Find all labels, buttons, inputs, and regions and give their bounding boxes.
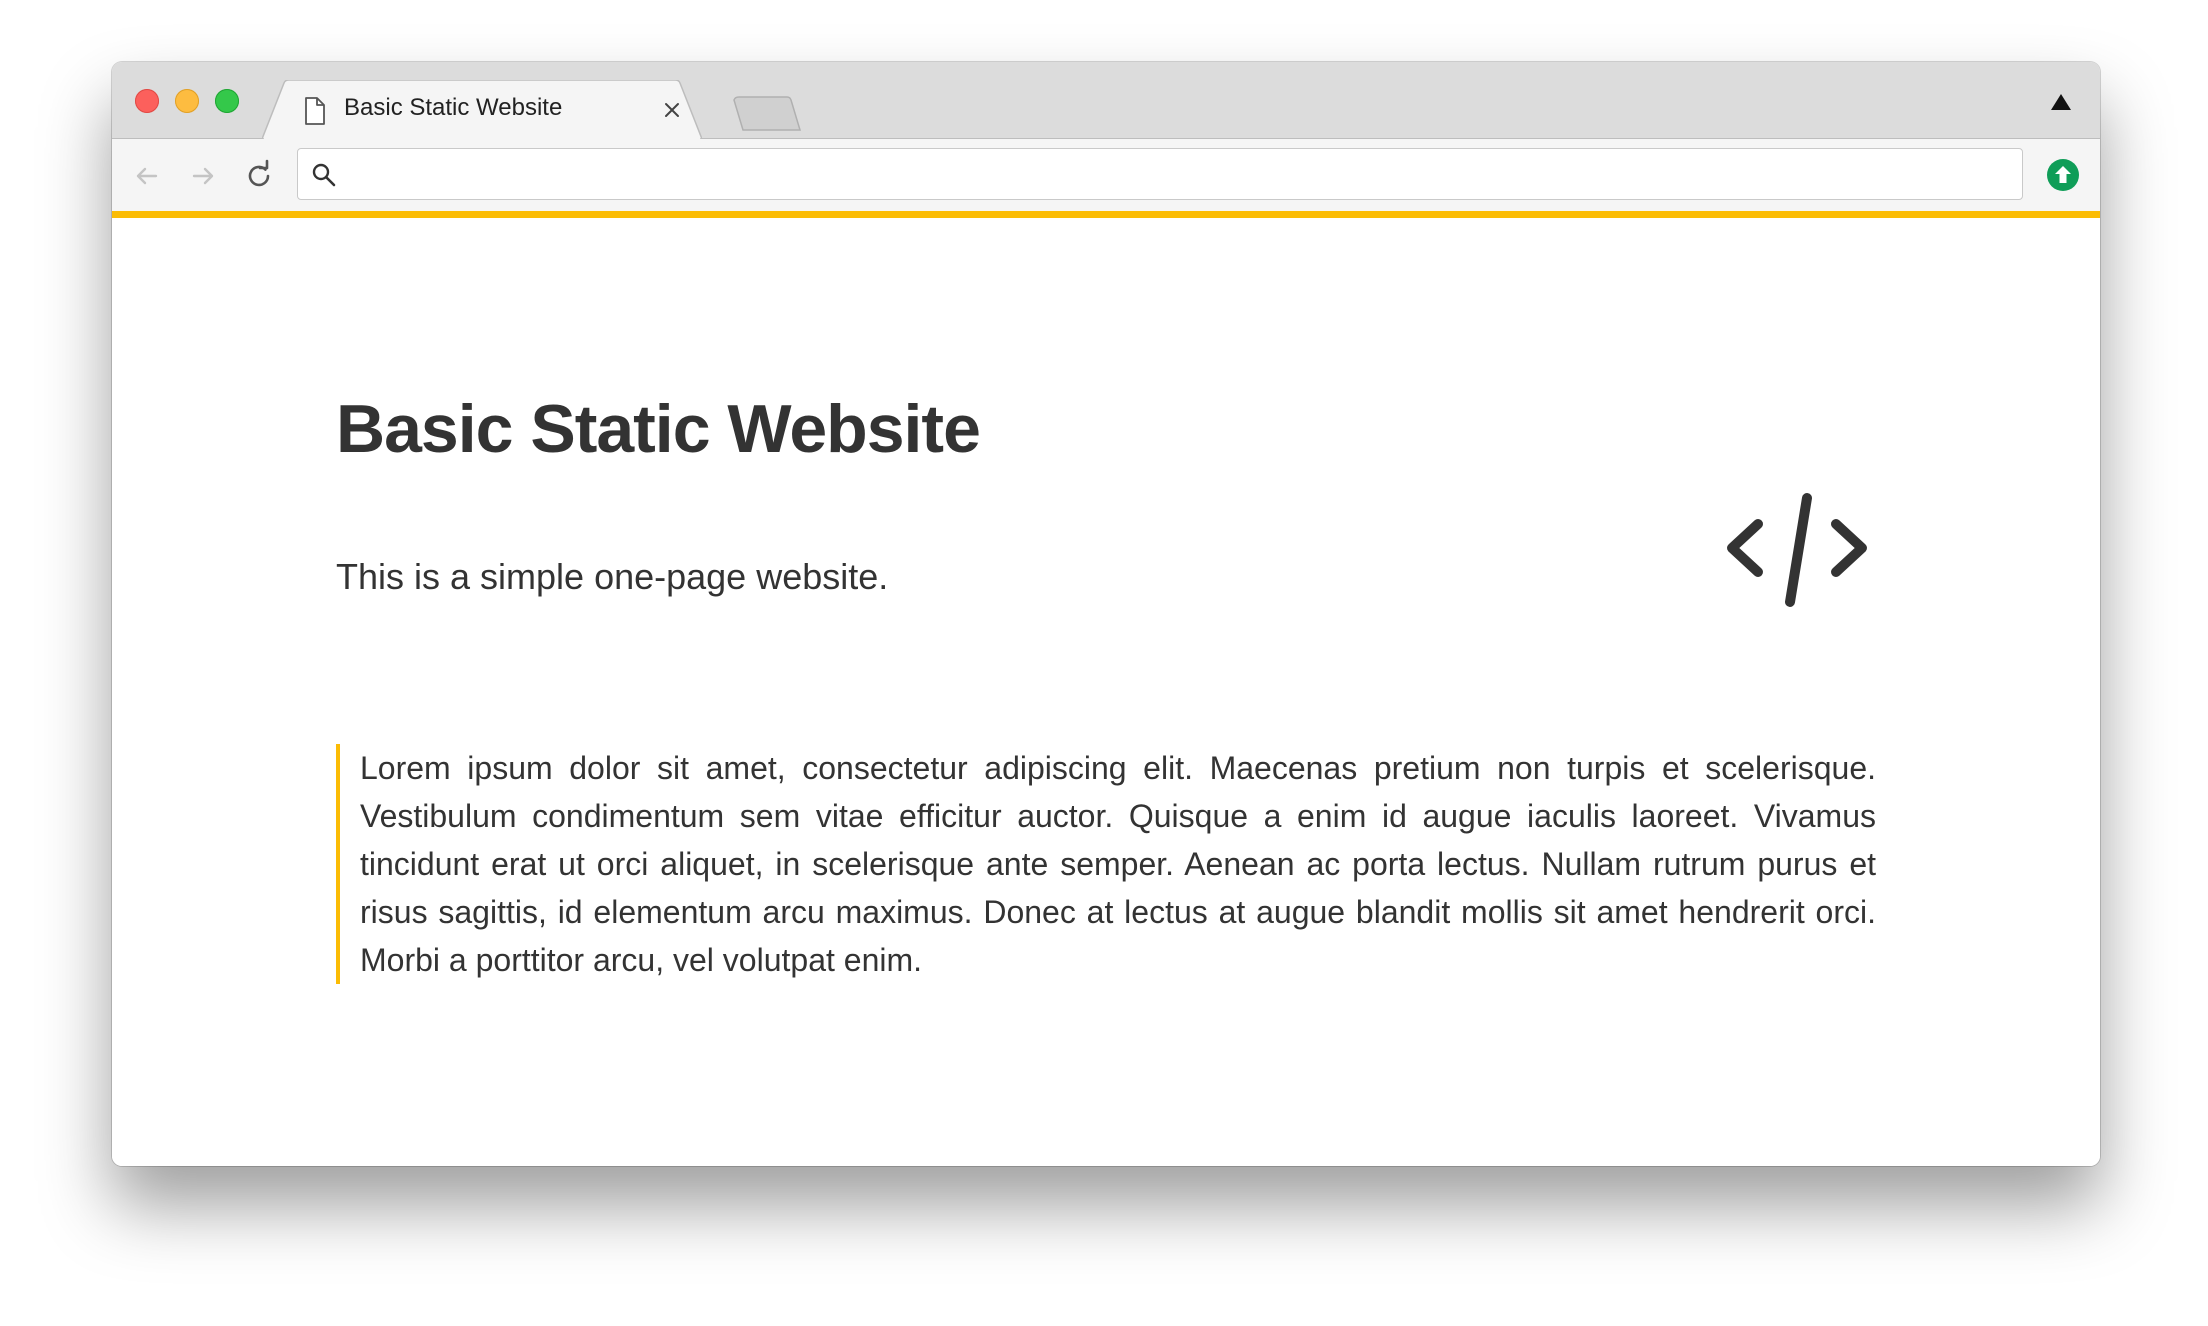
page-content: Basic Static Website This is a simple on… <box>112 218 2100 1166</box>
new-tab-button[interactable] <box>732 96 802 132</box>
back-arrow-icon[interactable] <box>130 159 164 193</box>
tab-bar: Basic Static Website <box>112 62 2100 139</box>
triangle-up-icon[interactable] <box>2049 92 2073 112</box>
forward-arrow-icon[interactable] <box>186 159 220 193</box>
update-icon[interactable] <box>2046 158 2080 192</box>
tab-active[interactable]: Basic Static Website <box>262 80 702 139</box>
browser-window: Basic Static Website Basic Static Websit… <box>112 62 2100 1166</box>
document-icon <box>305 97 325 125</box>
page-subtitle: This is a simple one-page website. <box>336 556 889 597</box>
minimize-window-button[interactable] <box>175 89 199 113</box>
blockquote-text: Lorem ipsum dolor sit amet, consectetur … <box>360 750 1876 978</box>
maximize-window-button[interactable] <box>215 89 239 113</box>
close-window-button[interactable] <box>135 89 159 113</box>
close-tab-icon[interactable] <box>657 95 687 125</box>
reload-icon[interactable] <box>242 159 276 193</box>
accent-bar <box>112 211 2100 218</box>
tab-title: Basic Static Website <box>344 94 563 121</box>
code-icon <box>1727 493 1867 607</box>
address-bar[interactable] <box>297 148 2023 200</box>
address-input[interactable] <box>348 155 2012 195</box>
browser-toolbar <box>112 139 2100 211</box>
page-title: Basic Static Website <box>336 391 981 467</box>
blockquote: Lorem ipsum dolor sit amet, consectetur … <box>336 744 1876 984</box>
search-icon <box>312 163 336 187</box>
